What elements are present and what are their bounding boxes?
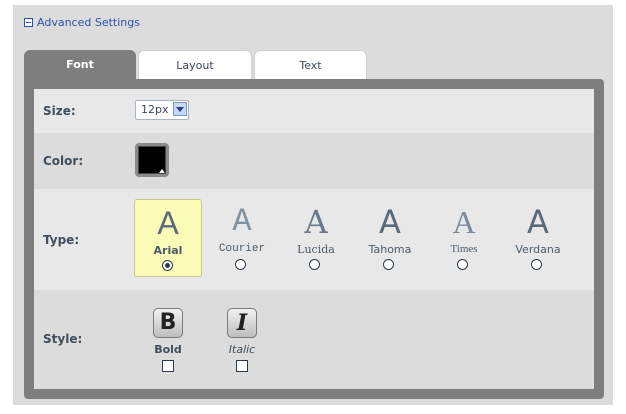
bold-checkbox[interactable] — [162, 360, 174, 372]
style-option-italic[interactable]: I Italic — [212, 308, 272, 378]
font-radio-times[interactable] — [457, 259, 468, 270]
advanced-settings-label[interactable]: Advanced Settings — [37, 16, 140, 29]
italic-checkbox[interactable] — [236, 360, 248, 372]
size-row: Size: 12px — [34, 89, 594, 133]
style-label: Style: — [43, 332, 83, 346]
advanced-settings-toggle[interactable]: Advanced Settings — [24, 16, 140, 29]
tab-text[interactable]: Text — [254, 50, 367, 79]
style-row: Style: B Bold I Italic — [34, 290, 594, 389]
size-value: 12px — [141, 103, 169, 116]
font-preview-lucida: A — [304, 203, 328, 241]
font-name-courier: Courier — [218, 243, 266, 255]
font-name-arial: Arial — [153, 244, 183, 257]
font-option-verdana[interactable]: A Verdana — [504, 199, 572, 277]
color-picker-swatch[interactable] — [135, 143, 169, 177]
style-name-bold: Bold — [154, 343, 182, 356]
font-preview-verdana: A — [527, 203, 549, 241]
font-radio-courier[interactable] — [235, 259, 246, 270]
chevron-down-icon[interactable] — [173, 102, 187, 116]
color-dropdown-icon — [159, 169, 165, 173]
font-preview-tahoma: A — [379, 203, 401, 241]
font-preview-arial: A — [157, 205, 179, 241]
type-label: Type: — [43, 233, 80, 247]
color-label: Color: — [43, 154, 84, 168]
font-preview-times: A — [452, 204, 476, 240]
font-radio-lucida[interactable] — [309, 259, 320, 270]
italic-icon[interactable]: I — [227, 308, 257, 338]
font-preview-courier: A — [232, 203, 252, 240]
collapse-icon[interactable] — [24, 18, 33, 27]
font-option-arial[interactable]: A Arial — [134, 199, 202, 277]
tab-font[interactable]: Font — [24, 50, 136, 80]
style-option-bold[interactable]: B Bold — [138, 308, 198, 378]
font-name-tahoma: Tahoma — [368, 243, 412, 256]
bold-icon[interactable]: B — [153, 308, 183, 338]
font-option-tahoma[interactable]: A Tahoma — [356, 199, 424, 277]
size-select[interactable]: 12px — [135, 100, 189, 120]
font-radio-verdana[interactable] — [531, 259, 542, 270]
tab-layout[interactable]: Layout — [138, 50, 252, 79]
font-option-courier[interactable]: A Courier — [208, 199, 276, 277]
style-name-italic: Italic — [228, 343, 256, 356]
font-option-lucida[interactable]: A Lucida — [282, 199, 350, 277]
font-name-verdana: Verdana — [515, 243, 561, 256]
font-name-lucida: Lucida — [297, 243, 335, 256]
type-row: Type: A Arial A Courier A Lucida A Tahom… — [34, 189, 594, 290]
font-radio-tahoma[interactable] — [383, 259, 394, 270]
font-radio-arial[interactable] — [162, 260, 173, 271]
font-name-times: Times — [450, 243, 478, 255]
font-option-times[interactable]: A Times — [430, 199, 498, 277]
size-label: Size: — [43, 104, 76, 118]
color-row: Color: — [34, 133, 594, 189]
